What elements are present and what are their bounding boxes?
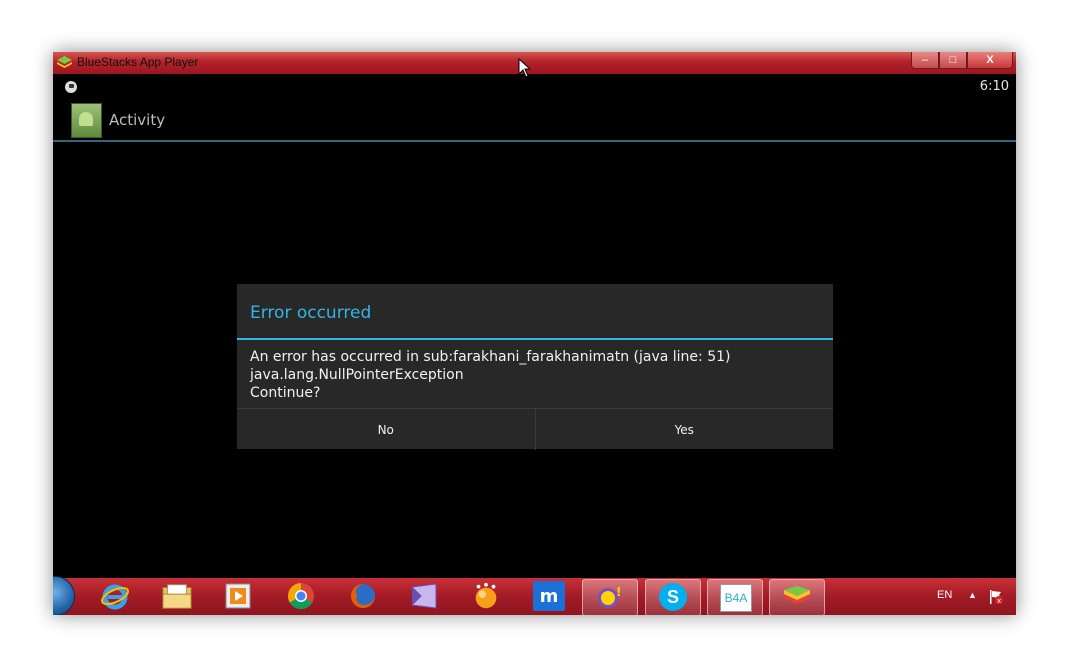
dialog-title-divider xyxy=(237,338,833,340)
svg-text:!: ! xyxy=(616,585,621,599)
skype-button[interactable]: S xyxy=(645,579,701,615)
file-explorer-icon[interactable] xyxy=(162,581,192,611)
app-logo-icon[interactable] xyxy=(71,103,102,138)
bluestacks-icon xyxy=(784,586,810,604)
action-bar: Activity xyxy=(53,100,1016,142)
dialog-button-bar: No Yes xyxy=(237,408,833,450)
skype-icon: S xyxy=(659,583,687,611)
internet-explorer-icon[interactable] xyxy=(100,581,130,611)
dialog-message-line: Continue? xyxy=(250,385,321,401)
b4a-button[interactable]: B4A xyxy=(707,579,763,615)
firefox-icon[interactable] xyxy=(348,581,378,611)
mouse-cursor-icon xyxy=(518,58,532,78)
dialog-message: An error has occurred in sub:farakhani_f… xyxy=(250,348,730,402)
windows-taskbar: m ! S B4A EN ▲ x xyxy=(53,576,1016,615)
error-dialog: Error occurred An error has occurred in … xyxy=(237,284,833,450)
yes-button[interactable]: Yes xyxy=(534,409,834,450)
start-icon[interactable] xyxy=(53,576,75,615)
maxthon-icon[interactable]: m xyxy=(533,581,565,611)
yahoo-messenger-icon: ! xyxy=(598,585,621,608)
dialog-message-line: An error has occurred in sub:farakhani_f… xyxy=(250,349,731,365)
notification-icon[interactable] xyxy=(65,81,77,93)
dialog-title: Error occurred xyxy=(250,303,372,323)
dialog-message-line: java.lang.NullPointerException xyxy=(250,367,464,383)
no-button[interactable]: No xyxy=(237,409,535,450)
close-button[interactable]: X xyxy=(967,52,1013,69)
bluestacks-window: BlueStacks App Player ‒ □ X 6:10 Activit… xyxy=(53,52,1016,615)
vlc-icon[interactable] xyxy=(471,581,501,611)
svg-text:x: x xyxy=(997,597,1001,605)
chrome-icon[interactable] xyxy=(286,581,316,611)
window-title: BlueStacks App Player xyxy=(77,55,199,69)
android-screen: 6:10 Activity Error occurred An error ha… xyxy=(53,74,1016,578)
minimize-button[interactable]: ‒ xyxy=(911,52,939,69)
window-titlebar[interactable]: BlueStacks App Player ‒ □ X xyxy=(53,52,1016,74)
activity-title: Activity xyxy=(109,111,166,129)
android-status-bar: 6:10 xyxy=(53,74,1016,100)
action-center-flag-icon[interactable]: x xyxy=(988,589,1004,605)
visual-studio-icon[interactable] xyxy=(409,581,439,611)
b4a-icon: B4A xyxy=(720,584,752,612)
bluestacks-app-icon xyxy=(57,56,72,68)
maximize-button[interactable]: □ xyxy=(939,52,967,69)
yahoo-messenger-button[interactable]: ! xyxy=(582,579,638,615)
bluestacks-button[interactable] xyxy=(769,579,825,615)
media-player-icon[interactable] xyxy=(223,581,253,611)
status-clock: 6:10 xyxy=(979,79,1009,94)
language-indicator[interactable]: EN xyxy=(937,589,952,601)
show-hidden-icons-icon[interactable]: ▲ xyxy=(968,590,977,600)
